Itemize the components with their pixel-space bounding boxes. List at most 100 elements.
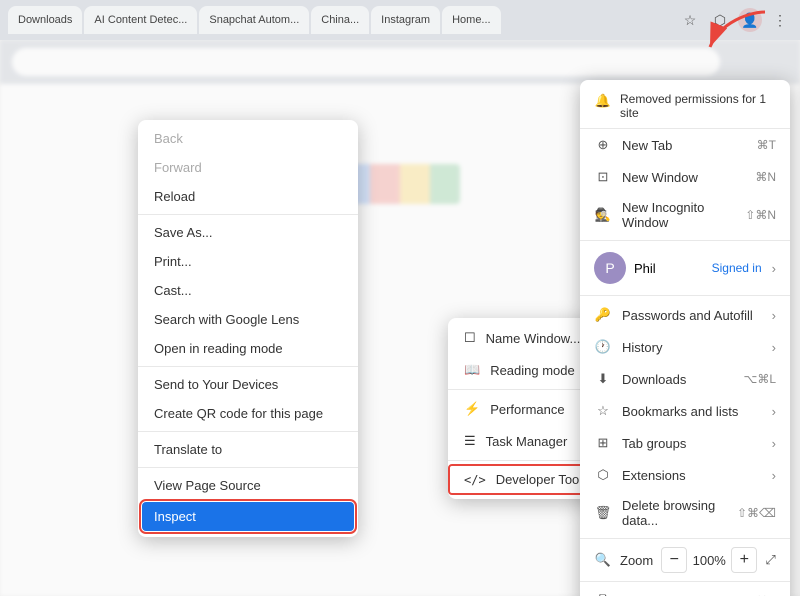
cm-notice-text: Removed permissions for 1 site bbox=[620, 92, 776, 120]
notice-icon: 🔔 bbox=[594, 92, 612, 110]
ctx-item-back[interactable]: Back bbox=[138, 124, 358, 153]
cm-signed-in-label: Signed in bbox=[712, 261, 762, 275]
cm-delete-browsing-shortcut: ⇧⌘⌫ bbox=[737, 506, 776, 520]
extensions-menu-icon: ⬡ bbox=[594, 466, 612, 484]
print-icon: 🖨 bbox=[594, 592, 612, 596]
incognito-icon: 🕵 bbox=[594, 206, 612, 224]
bookmarks-icon: ☆ bbox=[594, 402, 612, 420]
tab-groups-icon: ⊞ bbox=[594, 434, 612, 452]
context-menu: Back Forward Reload Save As... Print... … bbox=[138, 120, 358, 537]
passwords-icon: 🔑 bbox=[594, 306, 612, 324]
cm-history-arrow: › bbox=[772, 340, 776, 355]
ctx-item-inspect[interactable]: Inspect bbox=[142, 502, 354, 531]
cm-tab-groups-label: Tab groups bbox=[622, 436, 686, 451]
page-content: Back Forward Reload Save As... Print... … bbox=[0, 40, 800, 596]
star-icon[interactable]: ☆ bbox=[678, 8, 702, 32]
sub-item-performance-label: Performance bbox=[490, 402, 564, 417]
history-icon: 🕐 bbox=[594, 338, 612, 356]
cm-passwords-label: Passwords and Autofill bbox=[622, 308, 753, 323]
sub-item-reading-label: Reading mode bbox=[490, 363, 575, 378]
cm-profile-name: Phil bbox=[634, 261, 656, 276]
ctx-item-forward[interactable]: Forward bbox=[138, 153, 358, 182]
chrome-menu: 🔔 Removed permissions for 1 site ⊕ New T… bbox=[580, 80, 790, 596]
cm-zoom-label: Zoom bbox=[620, 553, 653, 568]
cm-avatar: P bbox=[594, 252, 626, 284]
cm-item-extensions[interactable]: ⬡ Extensions › bbox=[580, 459, 790, 491]
ctx-sep-1 bbox=[138, 214, 358, 215]
cm-new-tab-shortcut: ⌘T bbox=[757, 138, 776, 152]
cm-notice[interactable]: 🔔 Removed permissions for 1 site bbox=[580, 84, 790, 129]
zoom-decrease-button[interactable]: − bbox=[661, 547, 687, 573]
cm-item-delete-browsing[interactable]: 🗑 Delete browsing data... ⇧⌘⌫ bbox=[580, 491, 790, 535]
tab-5[interactable]: Home... bbox=[442, 6, 501, 34]
downloads-icon: ⬇ bbox=[594, 370, 612, 388]
cm-sep-1 bbox=[580, 295, 790, 296]
ctx-item-reload[interactable]: Reload bbox=[138, 182, 358, 211]
cm-new-tab-label: New Tab bbox=[622, 138, 672, 153]
cm-zoom-row: 🔍 Zoom − 100% + ⤢ bbox=[580, 542, 790, 578]
sub-item-name-window-label: Name Window... bbox=[486, 331, 581, 346]
cm-item-tab-groups[interactable]: ⊞ Tab groups › bbox=[580, 427, 790, 459]
ctx-item-cast[interactable]: Cast... bbox=[138, 276, 358, 305]
zoom-value: 100% bbox=[691, 553, 727, 568]
cm-bookmarks-label: Bookmarks and lists bbox=[622, 404, 738, 419]
cm-item-history[interactable]: 🕐 History › bbox=[580, 331, 790, 363]
ctx-sep-2 bbox=[138, 366, 358, 367]
ctx-item-view-source[interactable]: View Page Source bbox=[138, 471, 358, 500]
task-manager-icon: ☰ bbox=[464, 433, 476, 449]
cm-item-bookmarks[interactable]: ☆ Bookmarks and lists › bbox=[580, 395, 790, 427]
window-icon: ☐ bbox=[464, 330, 476, 346]
cm-item-downloads[interactable]: ⬇ Downloads ⌥⌘L bbox=[580, 363, 790, 395]
cm-profile[interactable]: P Phil Signed in › bbox=[580, 244, 790, 292]
ctx-item-qr-code[interactable]: Create QR code for this page bbox=[138, 399, 358, 428]
zoom-fullscreen-button[interactable]: ⤢ bbox=[765, 547, 776, 573]
cm-item-print[interactable]: 🖨 Print... ⌘P bbox=[580, 585, 790, 596]
cm-downloads-shortcut: ⌥⌘L bbox=[743, 372, 776, 386]
red-arrow-indicator bbox=[700, 2, 780, 57]
tab-bar: Downloads AI Content Detec... Snapchat A… bbox=[8, 6, 674, 34]
ctx-item-translate[interactable]: Translate to bbox=[138, 435, 358, 464]
zoom-controls: − 100% + bbox=[661, 547, 757, 573]
cm-item-incognito[interactable]: 🕵 New Incognito Window ⇧⌘N bbox=[580, 193, 790, 237]
new-window-icon: ⊡ bbox=[594, 168, 612, 186]
ctx-item-reading-mode[interactable]: Open in reading mode bbox=[138, 334, 358, 363]
cm-extensions-arrow: › bbox=[772, 468, 776, 483]
bg-google-logo bbox=[340, 164, 460, 204]
cm-sep-2 bbox=[580, 538, 790, 539]
new-tab-icon: ⊕ bbox=[594, 136, 612, 154]
cm-item-passwords[interactable]: 🔑 Passwords and Autofill › bbox=[580, 299, 790, 331]
cm-delete-browsing-label: Delete browsing data... bbox=[622, 498, 727, 528]
cm-tab-groups-arrow: › bbox=[772, 436, 776, 451]
sub-item-dev-tools-label: Developer Tools bbox=[496, 472, 589, 487]
zoom-icon: 🔍 bbox=[594, 551, 612, 569]
reading-icon: 📖 bbox=[464, 362, 480, 378]
cm-item-new-window[interactable]: ⊡ New Window ⌘N bbox=[580, 161, 790, 193]
cm-history-label: History bbox=[622, 340, 662, 355]
dev-tools-icon: </> bbox=[464, 473, 486, 487]
ctx-item-save[interactable]: Save As... bbox=[138, 218, 358, 247]
delete-browsing-icon: 🗑 bbox=[594, 504, 612, 522]
browser-toolbar: Downloads AI Content Detec... Snapchat A… bbox=[0, 0, 800, 40]
tab-3[interactable]: China... bbox=[311, 6, 369, 34]
ctx-item-send-devices[interactable]: Send to Your Devices bbox=[138, 370, 358, 399]
cm-sep-0 bbox=[580, 240, 790, 241]
cm-incognito-shortcut: ⇧⌘N bbox=[745, 208, 776, 222]
ctx-sep-4 bbox=[138, 467, 358, 468]
cm-item-new-tab[interactable]: ⊕ New Tab ⌘T bbox=[580, 129, 790, 161]
tab-4[interactable]: Instagram bbox=[371, 6, 440, 34]
tab-2[interactable]: Snapchat Autom... bbox=[199, 6, 309, 34]
cm-incognito-label: New Incognito Window bbox=[622, 200, 735, 230]
cm-extensions-label: Extensions bbox=[622, 468, 686, 483]
tab-0[interactable]: Downloads bbox=[8, 6, 82, 34]
ctx-item-print[interactable]: Print... bbox=[138, 247, 358, 276]
sub-item-task-manager-label: Task Manager bbox=[486, 434, 568, 449]
cm-downloads-label: Downloads bbox=[622, 372, 686, 387]
ctx-sep-3 bbox=[138, 431, 358, 432]
performance-icon: ⚡ bbox=[464, 401, 480, 417]
zoom-increase-button[interactable]: + bbox=[731, 547, 757, 573]
cm-bookmarks-arrow: › bbox=[772, 404, 776, 419]
cm-new-window-shortcut: ⌘N bbox=[755, 170, 776, 184]
ctx-item-google-lens[interactable]: Search with Google Lens bbox=[138, 305, 358, 334]
tab-1[interactable]: AI Content Detec... bbox=[84, 6, 197, 34]
cm-signed-in-arrow: › bbox=[772, 261, 776, 276]
